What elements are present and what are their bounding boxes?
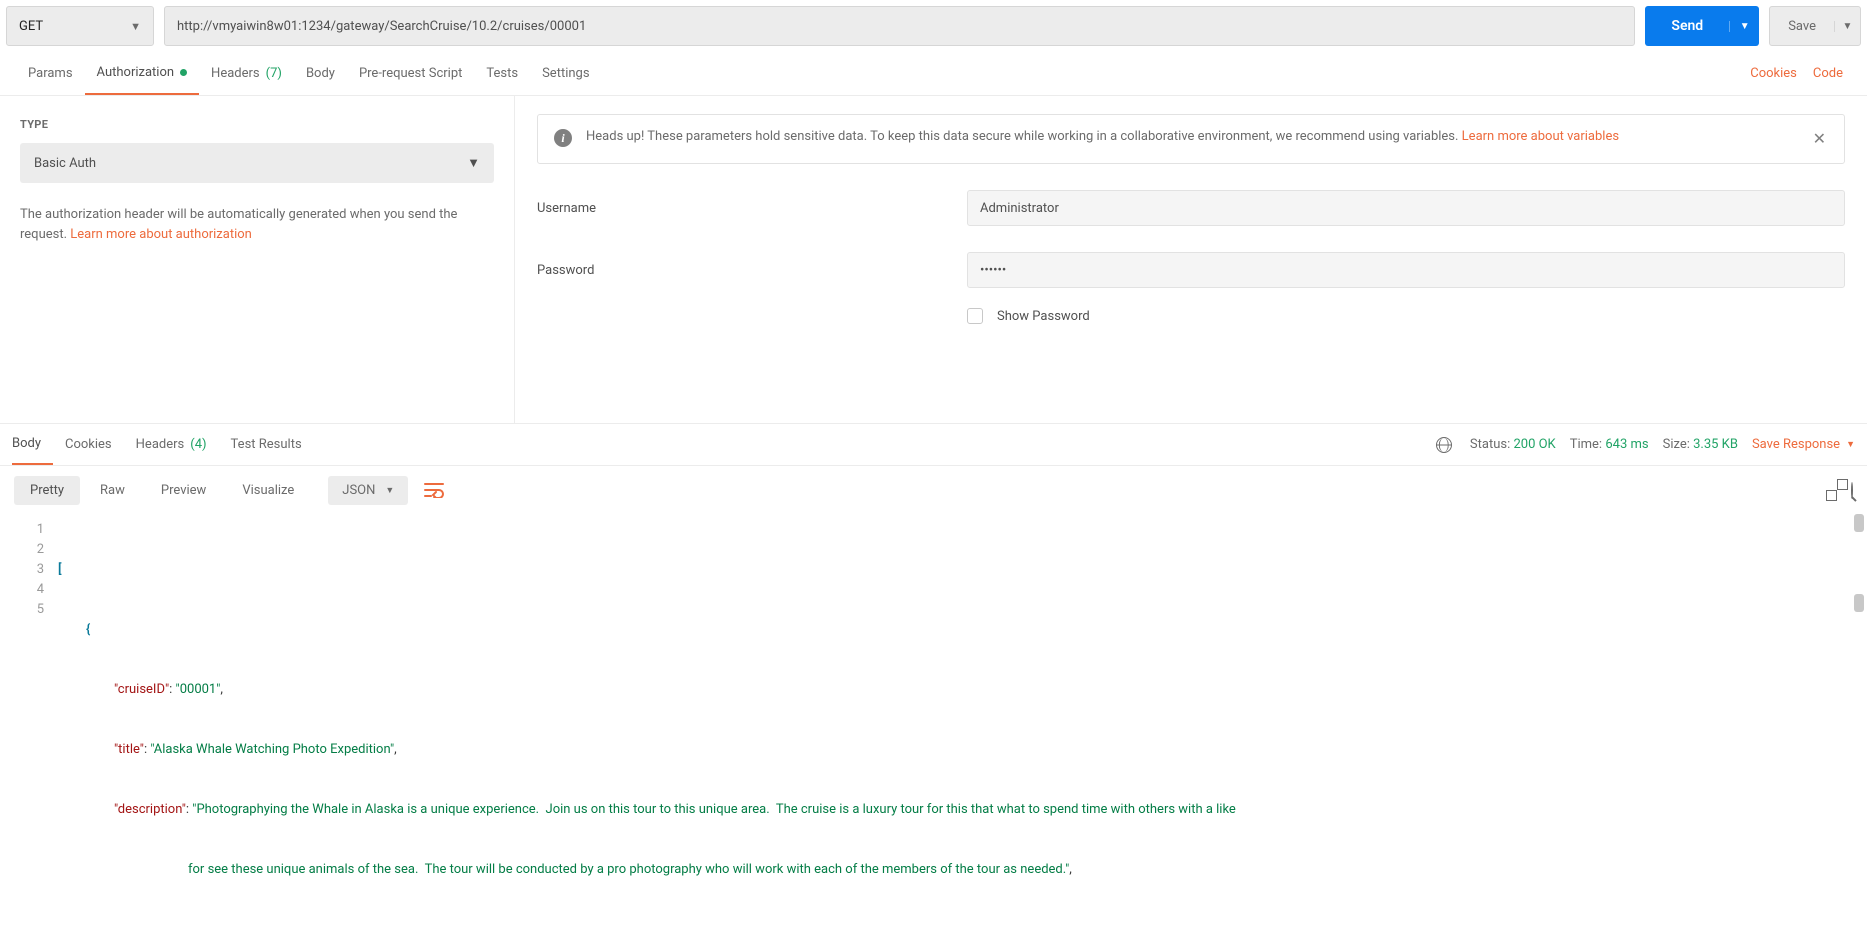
status-meta: Status: 200 OK	[1470, 437, 1556, 452]
password-label: Password	[537, 263, 967, 278]
chevron-down-icon: ▼	[1846, 439, 1855, 450]
learn-more-auth-link[interactable]: Learn more about authorization	[70, 227, 252, 242]
username-input[interactable]	[967, 190, 1845, 226]
view-raw[interactable]: Raw	[84, 476, 141, 505]
link-code[interactable]: Code	[1805, 66, 1851, 81]
auth-type-select[interactable]: Basic Auth ▼	[20, 143, 494, 183]
save-response-button[interactable]: Save Response ▼	[1752, 437, 1855, 452]
status-dot-icon	[180, 69, 187, 76]
show-password-checkbox[interactable]	[967, 308, 983, 324]
auth-left-pane: TYPE Basic Auth ▼ The authorization head…	[0, 96, 515, 423]
resp-tab-headers[interactable]: Headers (4)	[124, 424, 219, 465]
send-button-group: Send ▼	[1645, 6, 1759, 46]
response-header: Body Cookies Headers (4) Test Results St…	[0, 424, 1867, 466]
tab-headers[interactable]: Headers (7)	[199, 52, 294, 95]
scrollbar[interactable]	[1854, 514, 1864, 940]
http-method-select[interactable]: GET ▼	[6, 6, 154, 46]
format-select[interactable]: JSON ▼	[328, 476, 408, 505]
size-meta: Size: 3.35 KB	[1663, 437, 1738, 452]
chevron-down-icon: ▼	[1843, 21, 1853, 32]
send-dropdown[interactable]: ▼	[1729, 21, 1759, 32]
chevron-down-icon: ▼	[467, 155, 480, 171]
resp-tab-cookies[interactable]: Cookies	[53, 424, 124, 465]
auth-right-pane: i Heads up! These parameters hold sensit…	[515, 96, 1867, 423]
link-cookies[interactable]: Cookies	[1742, 66, 1805, 81]
tab-prerequest[interactable]: Pre-request Script	[347, 52, 474, 95]
save-dropdown[interactable]: ▼	[1834, 21, 1860, 32]
tab-settings[interactable]: Settings	[530, 52, 601, 95]
globe-icon[interactable]	[1436, 437, 1452, 453]
auth-type-value: Basic Auth	[34, 156, 96, 171]
tab-params[interactable]: Params	[16, 52, 85, 95]
auth-type-label: TYPE	[20, 118, 494, 131]
info-icon: i	[554, 129, 572, 147]
view-preview[interactable]: Preview	[145, 476, 222, 505]
tab-body[interactable]: Body	[294, 52, 347, 95]
send-button[interactable]: Send	[1645, 6, 1729, 46]
auth-note: The authorization header will be automat…	[20, 205, 480, 244]
show-password-label: Show Password	[997, 309, 1090, 324]
search-icon[interactable]	[1851, 483, 1853, 498]
chevron-down-icon: ▼	[130, 20, 141, 33]
tab-authorization[interactable]: Authorization	[85, 52, 200, 95]
time-meta: Time: 643 ms	[1570, 437, 1649, 452]
url-input[interactable]	[164, 6, 1635, 46]
save-button-group: Save ▼	[1769, 6, 1861, 46]
resp-tab-body[interactable]: Body	[12, 424, 53, 465]
request-tabs: Params Authorization Headers (7) Body Pr…	[0, 52, 1867, 96]
sensitive-data-alert: i Heads up! These parameters hold sensit…	[537, 114, 1845, 164]
password-input[interactable]	[967, 252, 1845, 288]
response-code: [ { "cruiseID": "00001", "title": "Alask…	[58, 520, 1867, 920]
view-visualize[interactable]: Visualize	[226, 476, 310, 505]
resp-tab-test-results[interactable]: Test Results	[219, 424, 314, 465]
line-gutter: 12345	[0, 520, 58, 920]
close-icon[interactable]: ✕	[1811, 127, 1828, 151]
tab-tests[interactable]: Tests	[474, 52, 530, 95]
chevron-down-icon: ▼	[1740, 21, 1750, 32]
view-pretty[interactable]: Pretty	[14, 476, 80, 505]
username-label: Username	[537, 201, 967, 216]
save-button[interactable]: Save	[1770, 7, 1834, 45]
response-body-viewer[interactable]: 12345 [ { "cruiseID": "00001", "title": …	[0, 514, 1867, 940]
http-method-value: GET	[19, 19, 43, 34]
chevron-down-icon: ▼	[385, 485, 394, 496]
wrap-lines-button[interactable]	[418, 475, 450, 505]
learn-more-variables-link[interactable]: Learn more about variables	[1462, 129, 1619, 144]
response-toolbar: Pretty Raw Preview Visualize JSON ▼	[0, 466, 1867, 514]
